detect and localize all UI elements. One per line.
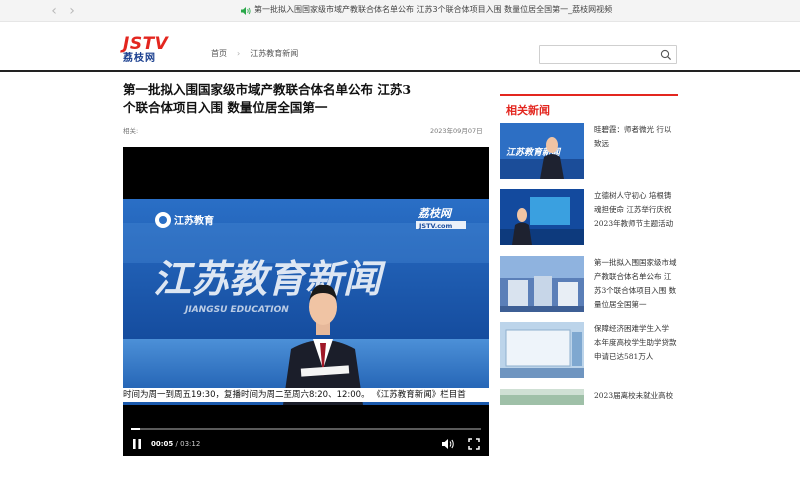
related-news-item[interactable]: 保障经济困难学生入学 本年度高校学生助学贷款申请已达581万人 bbox=[500, 322, 678, 380]
thumbnail-image bbox=[500, 189, 584, 245]
duration: 03:12 bbox=[180, 440, 201, 448]
news-headline[interactable]: 第一批拟入围国家级市域产教联合体名单公布 江苏3个联合体项目入围 数量位居全国第… bbox=[594, 256, 678, 312]
chevron-right-icon[interactable]: › bbox=[64, 2, 80, 20]
speaker-icon[interactable] bbox=[240, 5, 252, 17]
breadcrumb-category[interactable]: 江苏教育新闻 bbox=[250, 48, 298, 59]
breadcrumb-home[interactable]: 首页 bbox=[211, 48, 227, 59]
news-headline[interactable]: 立德树人守初心 培根铸魂担使命 江苏举行庆祝2023年教师节主题活动 bbox=[594, 189, 678, 231]
sidebar-title: 相关新闻 bbox=[506, 104, 550, 117]
thumbnail-image bbox=[500, 256, 584, 312]
search-input[interactable] bbox=[539, 45, 677, 64]
news-thumbnail[interactable] bbox=[500, 189, 584, 245]
video-player[interactable]: 江苏教育 荔枝网 JSTV.com 江苏教育新闻 JIANGSU EDUCATI… bbox=[123, 147, 489, 456]
pause-icon[interactable] bbox=[131, 438, 143, 450]
related-news-item[interactable]: 第一批拟入围国家级市域产教联合体名单公布 江苏3个联合体项目入围 数量位居全国第… bbox=[500, 256, 678, 314]
progress-bar[interactable] bbox=[131, 428, 481, 430]
article-source: 相关: bbox=[123, 127, 139, 135]
news-headline[interactable]: 眭碧霞：师者微光 行以致远 bbox=[594, 123, 678, 151]
svg-text:江苏教育: 江苏教育 bbox=[174, 214, 214, 227]
svg-text:JIANGSU EDUCATION: JIANGSU EDUCATION bbox=[183, 305, 289, 315]
news-headline[interactable]: 保障经济困难学生入学 本年度高校学生助学贷款申请已达581万人 bbox=[594, 322, 678, 364]
volume-icon[interactable] bbox=[441, 438, 455, 450]
sidebar-heading: 相关新闻 bbox=[500, 94, 678, 118]
tab-title: 第一批拟入围国家级市域产教联合体名单公布 江苏3个联合体项目入围 数量位居全国第… bbox=[254, 5, 613, 14]
news-thumbnail[interactable]: 江苏教育新闻 bbox=[500, 123, 584, 179]
site-header: JSTV 荔枝网 首页 › 江苏教育新闻 bbox=[0, 22, 800, 72]
current-time: 00:05 bbox=[151, 440, 174, 448]
news-thumbnail[interactable] bbox=[500, 256, 584, 312]
related-news-item[interactable]: 江苏教育新闻 眭碧霞：师者微光 行以致远 bbox=[500, 123, 678, 181]
search-icon[interactable] bbox=[660, 49, 672, 61]
site-logo[interactable]: JSTV 荔枝网 bbox=[123, 36, 197, 66]
news-thumbnail[interactable] bbox=[500, 389, 584, 405]
chevron-left-icon[interactable]: ‹ bbox=[46, 2, 62, 20]
related-news-item[interactable]: 立德树人守初心 培根铸魂担使命 江苏举行庆祝2023年教师节主题活动 bbox=[500, 189, 678, 247]
article-date: 2023年09月07日 bbox=[430, 127, 483, 135]
video-controls: 00:05 / 03:12 bbox=[123, 417, 489, 456]
thumbnail-image bbox=[500, 389, 584, 405]
thumbnail-image bbox=[500, 322, 584, 378]
breadcrumb: 首页 › 江苏教育新闻 bbox=[211, 48, 298, 59]
news-headline[interactable]: 2023届离校未就业高校 bbox=[594, 389, 678, 403]
video-frame[interactable]: 江苏教育 荔枝网 JSTV.com 江苏教育新闻 JIANGSU EDUCATI… bbox=[123, 199, 489, 405]
news-thumbnail[interactable] bbox=[500, 322, 584, 378]
related-news-item[interactable]: 2023届离校未就业高校 bbox=[500, 389, 678, 405]
svg-text:JSTV.com: JSTV.com bbox=[418, 222, 453, 230]
logo-wordmark: JSTV bbox=[123, 34, 169, 54]
svg-text:荔枝网: 荔枝网 bbox=[417, 207, 453, 220]
svg-text:江苏教育新闻: 江苏教育新闻 bbox=[153, 257, 386, 301]
news-ticker: 时间为周一到周五19:30，复播时间为周二至周六8:20、12:00。 《江苏教… bbox=[123, 388, 489, 402]
page-title: 第一批拟入围国家级市域产教联合体名单公布 江苏3个联合体项目入围 数量位居全国第… bbox=[123, 82, 412, 115]
time-display: 00:05 / 03:12 bbox=[151, 440, 200, 448]
news-anchor-scene: 江苏教育 荔枝网 JSTV.com 江苏教育新闻 JIANGSU EDUCATI… bbox=[123, 199, 489, 405]
logo-subtitle: 荔枝网 bbox=[123, 53, 156, 64]
progress-fill bbox=[131, 428, 141, 430]
browser-top-bar: ‹ › 第一批拟入围国家级市域产教联合体名单公布 江苏3个联合体项目入围 数量位… bbox=[0, 0, 800, 22]
thumbnail-image: 江苏教育新闻 bbox=[500, 123, 584, 179]
breadcrumb-separator: › bbox=[237, 49, 241, 58]
fullscreen-icon[interactable] bbox=[468, 438, 480, 450]
